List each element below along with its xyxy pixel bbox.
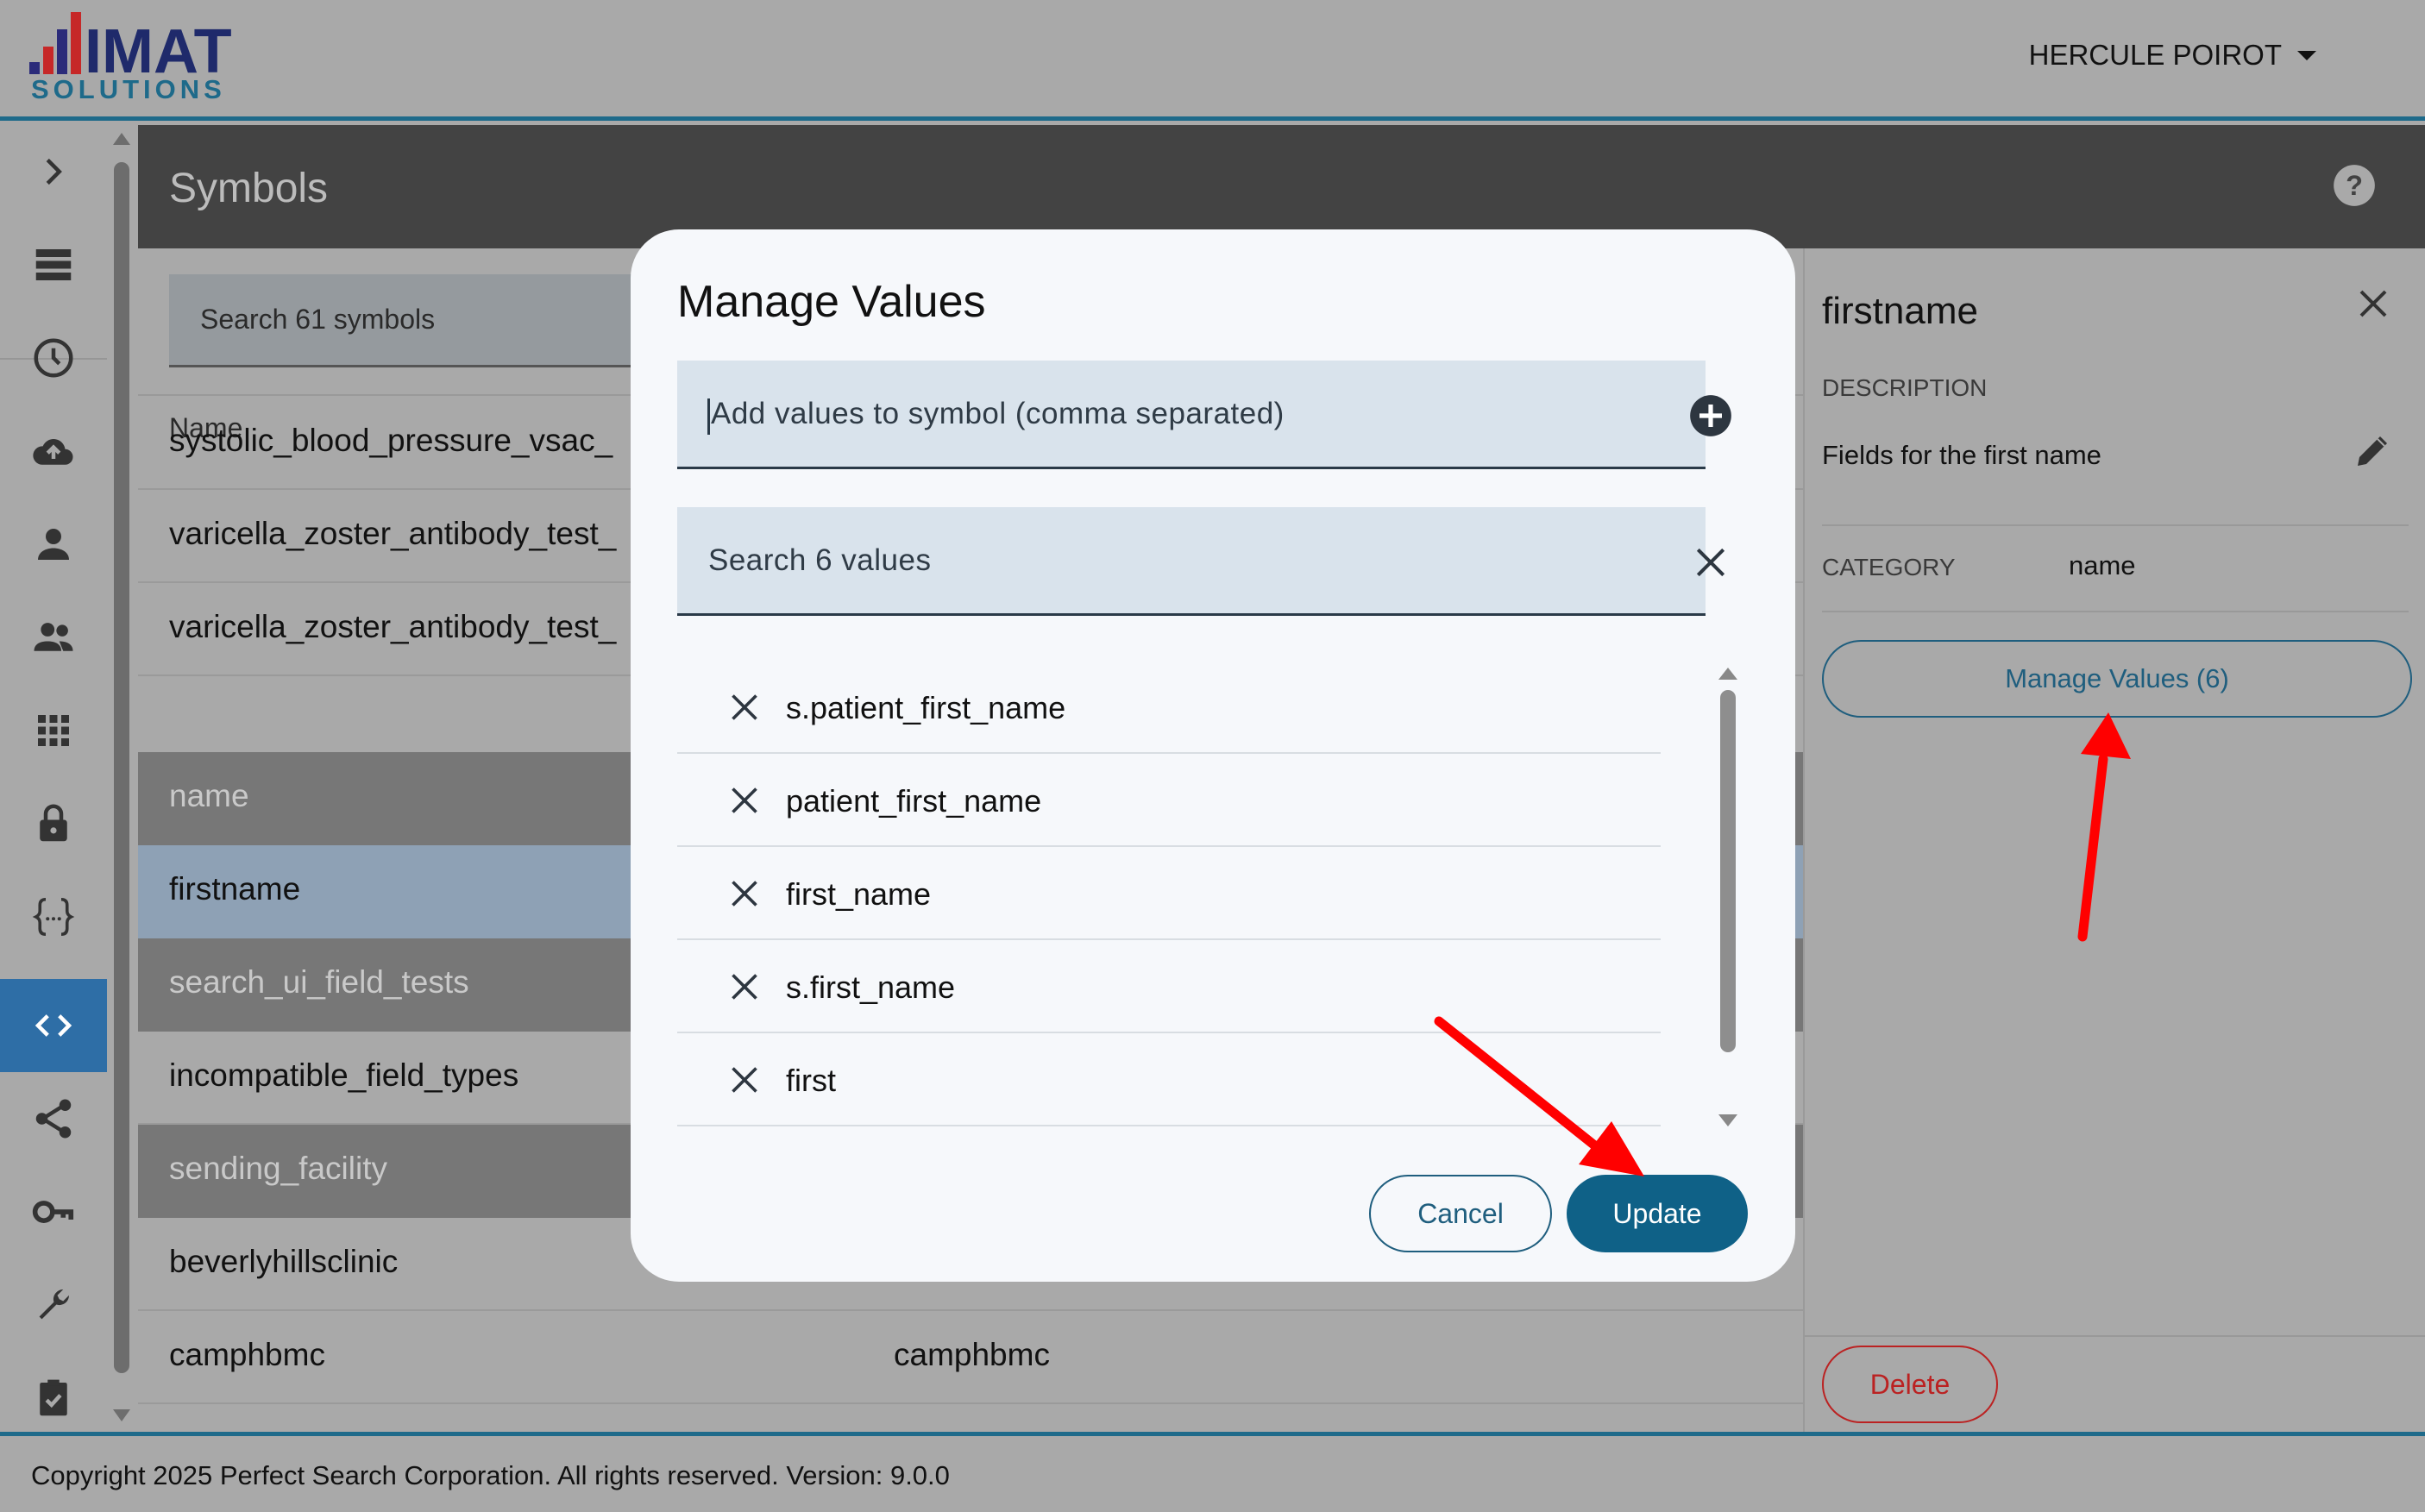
value-text: s.patient_first_name [786,690,1066,725]
list-item: first [677,1033,1661,1126]
key-icon[interactable] [30,1189,77,1235]
scroll-down-arrow-icon[interactable] [1718,1114,1737,1126]
value-text: first_name [786,876,932,912]
nav-item-upload[interactable] [0,405,107,498]
text-cursor [707,398,710,435]
user-name[interactable]: HERCULE POIROT [2029,39,2282,72]
description-text: Fields for the first name [1822,440,2101,470]
remove-value-icon[interactable] [729,878,760,909]
lock-icon[interactable] [30,800,77,847]
list-item: first_name [677,847,1661,940]
remove-value-icon[interactable] [729,1064,760,1095]
detail-title: firstname [1822,290,1978,332]
value-text: s.first_name [786,969,956,1005]
scrollbar-thumb[interactable] [1720,690,1736,1052]
scroll-down-arrow-icon[interactable] [113,1409,130,1421]
history-icon[interactable] [30,335,77,381]
svg-text:SOLUTIONS: SOLUTIONS [31,74,226,102]
list-item: s.patient_first_name [677,661,1661,754]
cancel-button[interactable]: Cancel [1369,1175,1552,1252]
clipboard-check-icon[interactable] [30,1375,77,1421]
nav-item-apps[interactable] [0,684,107,777]
nav-item-security[interactable] [0,777,107,870]
add-values-input[interactable] [677,361,1706,467]
nav-item-list[interactable] [0,218,107,311]
help-icon[interactable]: ? [2332,163,2377,208]
table-row[interactable]: camphbmc camphbmc [138,1311,1803,1404]
wrench-icon[interactable] [30,1282,77,1328]
scroll-up-arrow-icon[interactable] [1718,668,1737,680]
share-icon[interactable] [30,1095,77,1142]
nav-item-tools[interactable] [0,1258,107,1352]
nav-item-json[interactable] [0,870,107,963]
remove-value-icon[interactable] [729,971,760,1002]
category-label: CATEGORY [1822,554,1956,580]
nav-item-history[interactable] [0,311,107,405]
nav-item-tasks[interactable] [0,1352,107,1445]
people-icon[interactable] [30,614,77,661]
cloud-upload-icon[interactable] [30,428,77,474]
person-icon[interactable] [30,521,77,568]
imat-solutions-logo[interactable]: IMAT SOLUTIONS [29,12,280,102]
svg-text:?: ? [2346,170,2363,201]
user-menu[interactable]: HERCULE POIROT [2029,38,2316,72]
nav-item-share[interactable] [0,1072,107,1165]
update-button[interactable]: Update [1567,1175,1748,1252]
list-item: s.first_name [677,940,1661,1033]
symbol-search-input[interactable] [169,274,704,365]
left-navigation [0,125,107,1434]
page-title: Symbols [169,166,329,211]
nav-item-symbols[interactable] [0,979,107,1072]
value-text: first [786,1063,836,1098]
scrollbar-thumb[interactable] [114,162,129,1373]
app-header: IMAT SOLUTIONS HERCULE POIROT [0,0,2425,121]
values-search-input[interactable] [677,507,1706,613]
chevron-right-icon[interactable] [30,148,77,195]
remove-value-icon[interactable] [729,785,760,816]
close-icon[interactable] [2353,283,2394,324]
pencil-edit-icon[interactable] [2353,430,2394,471]
nav-item-user[interactable] [0,498,107,591]
category-value: name [2069,550,2136,580]
description-label: DESCRIPTION [1822,374,1988,401]
list-icon[interactable] [30,242,77,288]
curly-braces-icon[interactable] [30,894,77,940]
nav-item-keys[interactable] [0,1165,107,1258]
nav-item-groups[interactable] [0,591,107,684]
manage-values-button[interactable]: Manage Values (6) [1822,640,2412,718]
divider [1822,611,2409,612]
footer: Copyright 2025 Perfect Search Corporatio… [0,1432,2425,1512]
symbol-search[interactable] [169,274,704,367]
add-circle-icon[interactable] [1688,393,1733,438]
values-list[interactable]: s.patient_first_name patient_first_name … [677,661,1661,1128]
divider [1805,1335,2425,1337]
nav-scrollbar[interactable] [112,129,131,1425]
value-text: patient_first_name [786,783,1042,819]
copyright-text: Copyright 2025 Perfect Search Corporatio… [31,1460,950,1490]
symbol-detail-panel: firstname DESCRIPTION Fields for the fir… [1803,248,2425,1434]
remove-value-icon[interactable] [729,692,760,723]
values-search-field[interactable] [677,507,1706,616]
clear-search-icon[interactable] [1692,543,1730,581]
add-values-field[interactable] [677,361,1706,469]
divider [1822,524,2409,526]
caret-down-icon[interactable] [2297,50,2316,60]
manage-values-dialog: Manage Values s.patient_first_name patie… [631,229,1795,1282]
expand-nav-button[interactable] [0,125,107,218]
dialog-title: Manage Values [677,277,986,327]
code-icon[interactable] [30,1002,77,1049]
values-scrollbar[interactable] [1718,661,1738,1126]
delete-button[interactable]: Delete [1822,1346,1998,1423]
scroll-up-arrow-icon[interactable] [113,133,130,145]
list-item: patient_first_name [677,754,1661,847]
apps-grid-icon[interactable] [30,707,77,754]
